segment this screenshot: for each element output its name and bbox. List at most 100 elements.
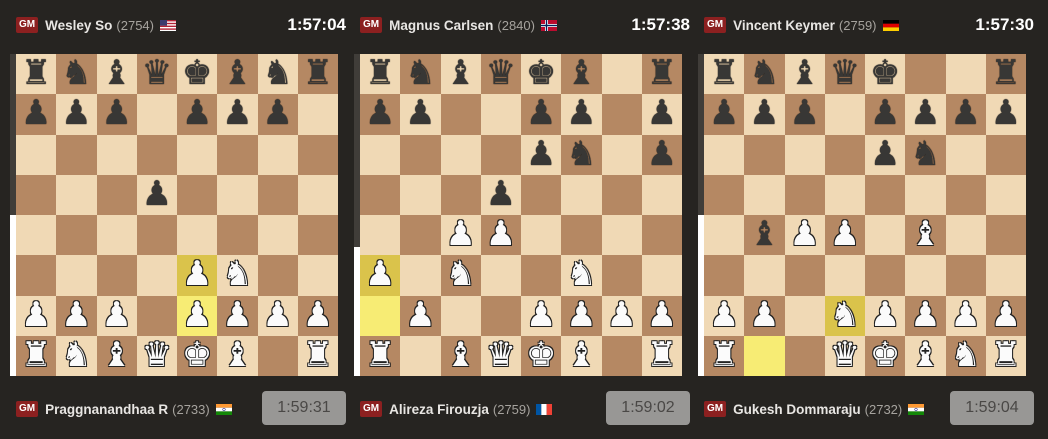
black-pawn-icon[interactable]: ♟ [910,96,940,130]
square-g8[interactable] [601,54,642,95]
white-pawn-icon[interactable]: ♟ [526,298,556,332]
square-h2[interactable]: ♟ [297,295,338,336]
square-h2[interactable]: ♟ [985,295,1026,336]
square-g6[interactable] [945,134,986,175]
square-c5[interactable] [440,174,481,215]
square-g4[interactable] [945,215,986,256]
white-pawn-icon[interactable]: ♟ [61,298,91,332]
square-g7[interactable]: ♟ [257,94,298,135]
black-queen-icon[interactable]: ♛ [830,56,860,90]
square-a3[interactable]: ♟ [360,255,401,296]
square-b3[interactable] [400,255,441,296]
black-bishop-icon[interactable]: ♝ [445,56,475,90]
white-bishop-icon[interactable]: ♝ [445,338,475,372]
square-c3[interactable]: ♞ [440,255,481,296]
black-pawn-icon[interactable]: ♟ [991,96,1021,130]
square-c7[interactable]: ♟ [784,94,825,135]
square-a1[interactable]: ♜ [16,335,57,376]
white-pawn-icon[interactable]: ♟ [950,298,980,332]
square-d8[interactable]: ♛ [824,54,865,95]
square-c2[interactable] [784,295,825,336]
square-b2[interactable]: ♟ [56,295,97,336]
square-e5[interactable] [865,174,906,215]
white-pawn-icon[interactable]: ♟ [445,217,475,251]
black-rook-icon[interactable]: ♜ [303,56,333,90]
black-pawn-icon[interactable]: ♟ [486,177,516,211]
square-f3[interactable]: ♞ [217,255,258,296]
square-d5[interactable]: ♟ [136,174,177,215]
square-f2[interactable]: ♟ [561,295,602,336]
white-bishop-icon[interactable]: ♝ [566,338,596,372]
square-h1[interactable]: ♜ [985,335,1026,376]
square-b3[interactable] [56,255,97,296]
square-a4[interactable] [360,215,401,256]
square-g2[interactable]: ♟ [257,295,298,336]
square-a6[interactable] [360,134,401,175]
square-d6[interactable] [480,134,521,175]
player-name[interactable]: Wesley So [45,18,112,33]
square-d1[interactable]: ♛ [824,335,865,376]
square-b7[interactable]: ♟ [56,94,97,135]
black-pawn-icon[interactable]: ♟ [749,96,779,130]
square-h7[interactable]: ♟ [985,94,1026,135]
black-rook-icon[interactable]: ♜ [365,56,395,90]
black-pawn-icon[interactable]: ♟ [950,96,980,130]
square-c4[interactable] [96,215,137,256]
square-g1[interactable]: ♞ [945,335,986,376]
square-e8[interactable]: ♚ [865,54,906,95]
square-d3[interactable] [824,255,865,296]
black-bishop-icon[interactable]: ♝ [749,217,779,251]
square-h3[interactable] [641,255,682,296]
square-g7[interactable] [601,94,642,135]
white-queen-icon[interactable]: ♛ [142,338,172,372]
square-c3[interactable] [784,255,825,296]
square-a1[interactable]: ♜ [360,335,401,376]
square-a5[interactable] [704,174,745,215]
square-a6[interactable] [16,134,57,175]
black-knight-icon[interactable]: ♞ [749,56,779,90]
white-rook-icon[interactable]: ♜ [991,338,1021,372]
square-e8[interactable]: ♚ [177,54,218,95]
player-name[interactable]: Alireza Firouzja [389,402,489,417]
top-player-bar[interactable]: GM Vincent Keymer (2759) 1:57:30 [704,10,1044,40]
black-king-icon[interactable]: ♚ [870,56,900,90]
square-f5[interactable] [561,174,602,215]
square-e6[interactable]: ♟ [521,134,562,175]
square-f2[interactable]: ♟ [905,295,946,336]
square-f1[interactable]: ♝ [217,335,258,376]
square-d8[interactable]: ♛ [480,54,521,95]
square-h1[interactable]: ♜ [297,335,338,376]
black-pawn-icon[interactable]: ♟ [21,96,51,130]
square-h4[interactable] [641,215,682,256]
black-rook-icon[interactable]: ♜ [709,56,739,90]
square-c6[interactable] [440,134,481,175]
white-pawn-icon[interactable]: ♟ [222,298,252,332]
player-name[interactable]: Praggnanandhaa R [45,402,168,417]
square-e5[interactable] [521,174,562,215]
game-panel-1[interactable]: GM Wesley So (2754) 1:57:04 ♜ ♞ ♝ ♛ ♚ ♝ ♞ ♜ ♟ ♟ ♟ ♟ ♟ ♟ ♟ ♟… [10,0,356,439]
black-king-icon[interactable]: ♚ [182,56,212,90]
square-f1[interactable]: ♝ [905,335,946,376]
square-h5[interactable] [297,174,338,215]
square-d7[interactable] [824,94,865,135]
square-c8[interactable]: ♝ [96,54,137,95]
white-pawn-icon[interactable]: ♟ [647,298,677,332]
square-a2[interactable] [360,295,401,336]
square-b2[interactable]: ♟ [400,295,441,336]
square-a7[interactable]: ♟ [16,94,57,135]
square-b3[interactable] [744,255,785,296]
square-b6[interactable] [744,134,785,175]
white-pawn-icon[interactable]: ♟ [101,298,131,332]
square-d3[interactable] [480,255,521,296]
white-bishop-icon[interactable]: ♝ [910,338,940,372]
square-c1[interactable]: ♝ [96,335,137,376]
player-name[interactable]: Vincent Keymer [733,18,835,33]
square-e1[interactable]: ♚ [865,335,906,376]
square-d2[interactable] [136,295,177,336]
square-f6[interactable] [217,134,258,175]
square-g4[interactable] [601,215,642,256]
square-a2[interactable]: ♟ [704,295,745,336]
square-b4[interactable] [56,215,97,256]
square-h8[interactable]: ♜ [641,54,682,95]
white-knight-icon[interactable]: ♞ [830,298,860,332]
